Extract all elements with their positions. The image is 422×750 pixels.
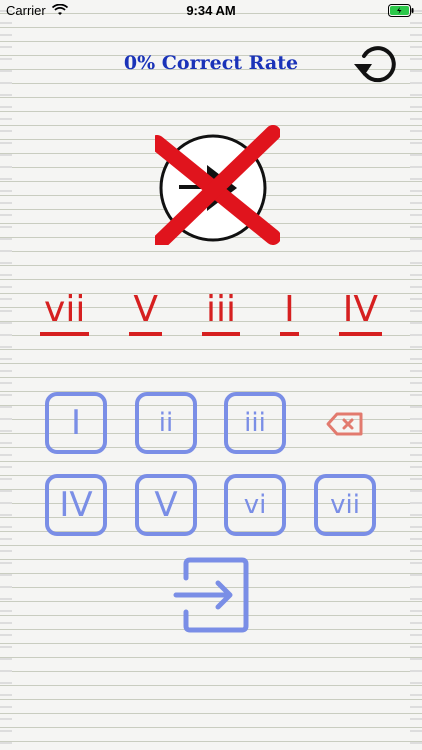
answer-slot-1: vii [40,288,90,336]
key-label: vii [330,490,360,520]
refresh-icon[interactable] [350,38,400,88]
status-bar: Carrier 9:34 AM [0,0,422,20]
key-label: iii [244,408,266,438]
key-ii-button[interactable]: ii [135,392,197,454]
play-note-button[interactable] [155,125,280,245]
key-label: ii [158,408,174,438]
answer-sequence: vii V iii I IV [0,288,422,348]
answer-slot-5: IV [338,288,382,336]
key-I-button[interactable]: I [45,392,107,454]
answer-slot-4: I [280,288,299,336]
left-margin [0,0,12,750]
key-vii-button[interactable]: vii [314,474,376,536]
backspace-icon[interactable] [325,410,365,438]
right-margin [410,0,422,750]
answer-slot-3: iii [202,288,241,336]
key-iii-button[interactable]: iii [224,392,286,454]
wrong-x-icon [155,125,280,245]
answer-slot-2: V [129,288,162,336]
key-label: vi [243,490,267,520]
submit-arrow-icon[interactable] [172,556,250,634]
key-IV-button[interactable]: IV [45,474,107,536]
clock: 9:34 AM [186,2,236,18]
key-label: V [154,485,178,525]
key-vi-button[interactable]: vi [224,474,286,536]
key-label: I [70,403,82,443]
notebook-background [0,0,422,750]
key-label: IV [59,485,93,525]
key-V-button[interactable]: V [135,474,197,536]
